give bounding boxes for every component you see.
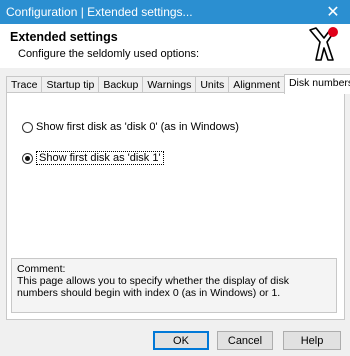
tab-strip: Trace Startup tip Backup Warnings Units … xyxy=(6,74,350,94)
dialog-header: Extended settings Configure the seldomly… xyxy=(0,24,350,69)
app-logo-icon xyxy=(309,27,338,61)
close-icon[interactable]: ✕ xyxy=(316,0,350,24)
radio-disk-1[interactable]: Show first disk as 'disk 1' xyxy=(22,151,164,165)
tab-disk-numbers[interactable]: Disk numbers xyxy=(283,74,350,94)
radio-button-checked[interactable] xyxy=(22,152,33,164)
radio-disk-1-label: Show first disk as 'disk 1' xyxy=(36,151,164,165)
help-button[interactable]: Help xyxy=(283,331,341,350)
comment-heading: Comment: xyxy=(17,263,66,275)
ok-button[interactable]: OK xyxy=(153,331,209,350)
radio-disk-0-label: Show first disk as 'disk 0' (as in Windo… xyxy=(36,121,239,133)
header-title: Extended settings xyxy=(10,30,118,44)
comment-box: Comment: This page allows you to specify… xyxy=(11,258,337,313)
radio-button-unchecked[interactable] xyxy=(22,121,33,133)
window-title: Configuration | Extended settings... xyxy=(6,5,193,19)
title-bar: Configuration | Extended settings... ✕ xyxy=(0,0,350,24)
comment-text: This page allows you to specify whether … xyxy=(17,275,289,299)
header-subtitle: Configure the seldomly used options: xyxy=(18,48,199,60)
radio-disk-0[interactable]: Show first disk as 'disk 0' (as in Windo… xyxy=(22,121,239,133)
cancel-button[interactable]: Cancel xyxy=(217,331,273,350)
